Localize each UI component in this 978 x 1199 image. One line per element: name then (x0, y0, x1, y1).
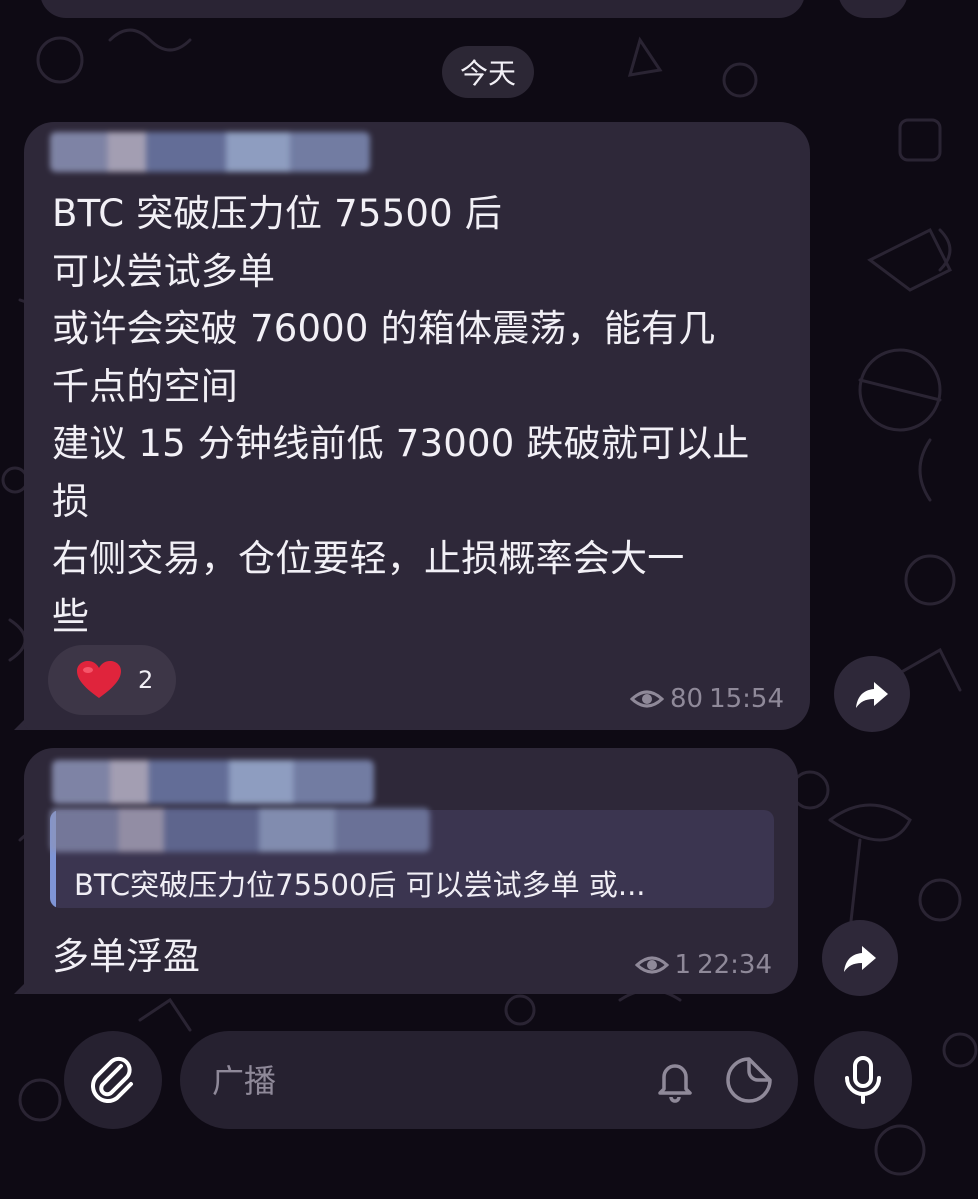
share-arrow-icon (844, 946, 876, 972)
heart-icon (77, 661, 121, 698)
attach-button[interactable] (64, 1031, 162, 1129)
previous-message-bubble (40, 0, 805, 18)
date-separator: 今天 (442, 46, 534, 98)
sender-name-redacted (50, 132, 370, 172)
sender-name-redacted (52, 760, 374, 804)
microphone-button[interactable] (814, 1031, 912, 1129)
message-meta: 1 22:34 (634, 950, 772, 980)
bell-icon[interactable] (650, 1055, 700, 1105)
message-text: BTC 突破压力位 75500 后 可以尝试多单 或许会突破 76000 的箱体… (52, 192, 750, 638)
eye-icon (634, 956, 669, 974)
date-label: 今天 (459, 57, 516, 90)
quote-author-redacted (50, 808, 430, 852)
reaction-chip[interactable]: 2 (48, 645, 176, 715)
broadcast-input[interactable] (210, 1055, 634, 1107)
paperclip-icon (91, 1056, 133, 1103)
message-meta: 80 15:54 (629, 684, 784, 714)
sticker-icon[interactable] (724, 1055, 774, 1105)
quote-text: BTC突破压力位75500后 可以尝试多单 或... (74, 868, 646, 902)
message-time: 15:54 (709, 684, 784, 714)
eye-icon (629, 690, 664, 708)
message-time: 22:34 (697, 950, 772, 980)
microphone-icon (845, 1056, 881, 1104)
view-count: 80 (669, 684, 704, 714)
reaction-count: 2 (138, 666, 154, 694)
share-button[interactable] (822, 920, 898, 996)
view-count: 1 (674, 950, 692, 980)
chat-screen: 今天 BTC 突破压力位 75500 后 可以尝试多单 或许会突破 76000 … (0, 0, 978, 1199)
share-arrow-icon (856, 682, 888, 708)
message-text: 多单浮盈 (52, 935, 200, 978)
message-input-container[interactable] (180, 1031, 798, 1129)
composer-bar (0, 1015, 978, 1199)
share-button[interactable] (834, 656, 910, 732)
